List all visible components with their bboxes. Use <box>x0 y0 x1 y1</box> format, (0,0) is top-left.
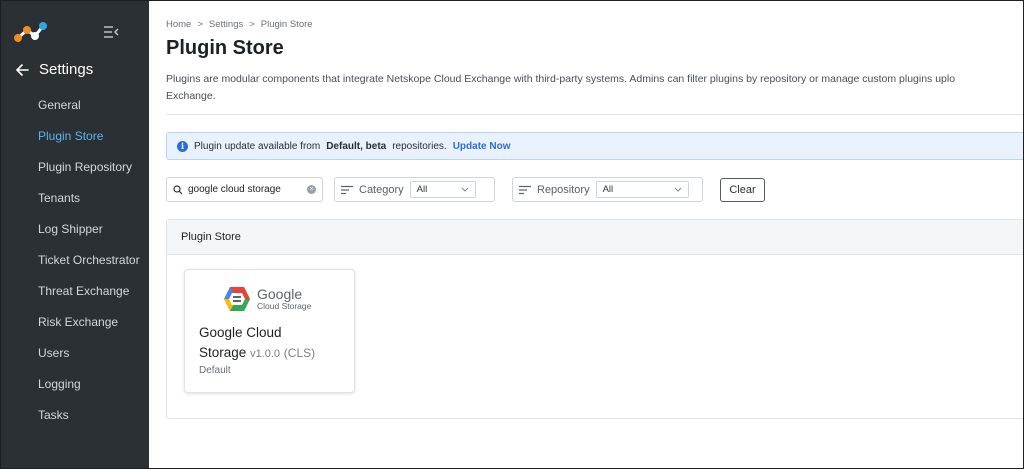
alert-prefix: Plugin update available from <box>194 140 321 152</box>
sidebar-item-log-shipper[interactable]: Log Shipper <box>1 214 149 245</box>
chevron-down-icon <box>674 187 681 192</box>
info-icon: i <box>177 140 188 152</box>
sidebar-item-users[interactable]: Users <box>1 338 149 369</box>
search-input[interactable]: google cloud storage × <box>166 177 323 202</box>
sidebar-nav: General Plugin Store Plugin Repository T… <box>1 90 149 431</box>
panel-title: Plugin Store <box>167 220 1023 255</box>
category-select[interactable]: All <box>409 181 476 198</box>
description-line-1: Plugins are modular components that inte… <box>166 73 956 85</box>
breadcrumb-settings[interactable]: Settings <box>209 19 243 30</box>
repository-label: Repository <box>537 183 590 196</box>
sidebar-item-threat-exchange[interactable]: Threat Exchange <box>1 276 149 307</box>
app-window: Settings General Plugin Store Plugin Rep… <box>0 0 1024 469</box>
plugin-repository: Default <box>199 365 231 376</box>
breadcrumb-separator: > <box>249 19 255 30</box>
plugin-name-line-1: Google Cloud <box>199 325 282 340</box>
repository-filter[interactable]: Repository All <box>512 177 703 202</box>
filter-lines-icon <box>341 185 353 194</box>
sidebar: Settings General Plugin Store Plugin Rep… <box>1 1 149 468</box>
description-line-2: Exchange. <box>166 90 216 102</box>
menu-collapse-icon[interactable] <box>103 25 119 39</box>
sidebar-item-logging[interactable]: Logging <box>1 369 149 400</box>
sidebar-section-title: Settings <box>39 61 94 78</box>
clear-circle-icon[interactable]: × <box>307 185 316 194</box>
plugin-store-panel: Plugin Store Google Cloud Storage Google… <box>166 219 1023 419</box>
sidebar-item-ticket-orchestrator[interactable]: Ticket Orchestrator <box>1 245 149 276</box>
logo-text: Google <box>257 286 303 303</box>
clear-filters-button[interactable]: Clear <box>720 178 765 202</box>
search-icon <box>173 184 183 194</box>
arrow-left-icon[interactable] <box>14 62 30 78</box>
plugin-logo: Google Cloud Storage <box>223 286 311 312</box>
chevron-down-icon <box>461 187 468 192</box>
sidebar-item-risk-exchange[interactable]: Risk Exchange <box>1 307 149 338</box>
search-value[interactable]: google cloud storage <box>188 184 302 195</box>
sidebar-item-tenants[interactable]: Tenants <box>1 183 149 214</box>
main-content: Home > Settings > Plugin Store Plugin St… <box>149 1 1023 468</box>
breadcrumb-home[interactable]: Home <box>166 19 191 30</box>
sidebar-item-plugin-store[interactable]: Plugin Store <box>1 121 149 152</box>
update-now-link[interactable]: Update Now <box>453 141 511 152</box>
sidebar-item-general[interactable]: General <box>1 90 149 121</box>
plugin-name: Google Cloud Storage v1.0.0 (CLS) <box>199 323 349 364</box>
repository-value: All <box>602 184 614 195</box>
plugin-card[interactable]: Google Cloud Storage Google Cloud Storag… <box>184 269 355 393</box>
filter-lines-icon <box>519 185 531 194</box>
logo-subtext: Cloud Storage <box>257 301 312 312</box>
google-cloud-storage-icon <box>224 287 250 311</box>
breadcrumb: Home > Settings > Plugin Store <box>166 19 313 30</box>
repository-select[interactable]: All <box>595 181 689 198</box>
breadcrumb-separator: > <box>197 19 203 30</box>
update-alert: i Plugin update available from Default, … <box>166 132 1023 160</box>
breadcrumb-current: Plugin Store <box>260 19 313 30</box>
plugin-name-line-2: Storage <box>199 345 247 360</box>
category-filter[interactable]: Category All <box>334 177 495 202</box>
sidebar-item-tasks[interactable]: Tasks <box>1 400 149 431</box>
netskope-logo-icon[interactable] <box>13 20 49 44</box>
alert-suffix: repositories. <box>392 140 447 152</box>
sidebar-item-plugin-repository[interactable]: Plugin Repository <box>1 152 149 183</box>
plugin-version: v1.0.0 <box>250 348 281 360</box>
category-label: Category <box>359 183 404 196</box>
page-title: Plugin Store <box>166 37 284 59</box>
page-description: Plugins are modular components that inte… <box>166 71 1023 105</box>
plugin-tag: (CLS) <box>283 346 316 360</box>
category-value: All <box>416 184 428 195</box>
divider <box>166 114 1023 115</box>
settings-back-link[interactable]: Settings <box>14 61 93 78</box>
alert-repos: Default, beta <box>326 140 387 152</box>
